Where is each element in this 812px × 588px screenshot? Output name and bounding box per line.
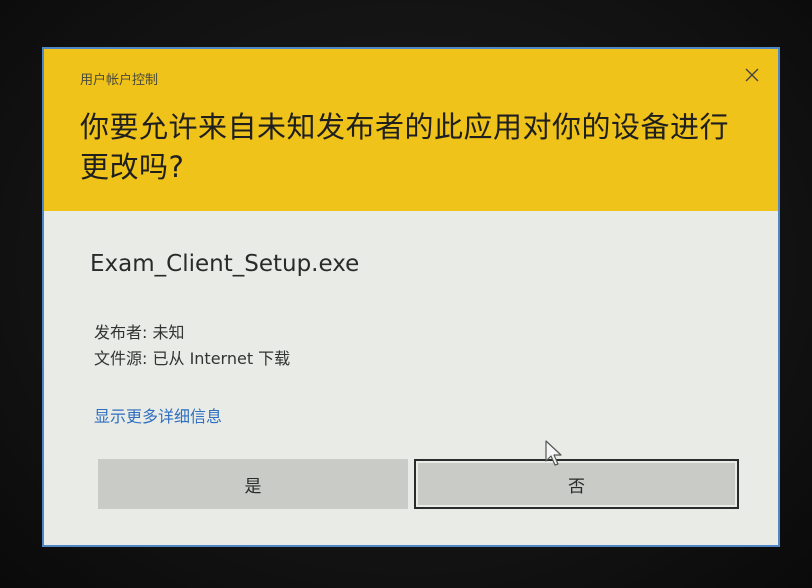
publisher-info: 发布者: 未知	[94, 323, 185, 342]
no-button[interactable]: 否	[414, 459, 739, 509]
uac-dialog: 用户帐户控制 你要允许来自未知发布者的此应用对你的设备进行更改吗? Exam_C…	[42, 47, 780, 547]
close-icon	[745, 68, 759, 82]
file-source-info: 文件源: 已从 Internet 下载	[94, 349, 291, 368]
dialog-caption: 用户帐户控制	[80, 73, 159, 88]
close-button[interactable]	[734, 59, 770, 91]
show-more-details-link[interactable]: 显示更多详细信息	[94, 403, 222, 427]
mouse-pointer-icon	[545, 440, 562, 466]
dialog-header: 用户帐户控制 你要允许来自未知发布者的此应用对你的设备进行更改吗?	[44, 49, 778, 211]
app-filename: Exam_Client_Setup.exe	[90, 251, 360, 277]
dialog-question: 你要允许来自未知发布者的此应用对你的设备进行更改吗?	[80, 110, 730, 184]
yes-button[interactable]: 是	[98, 459, 408, 509]
